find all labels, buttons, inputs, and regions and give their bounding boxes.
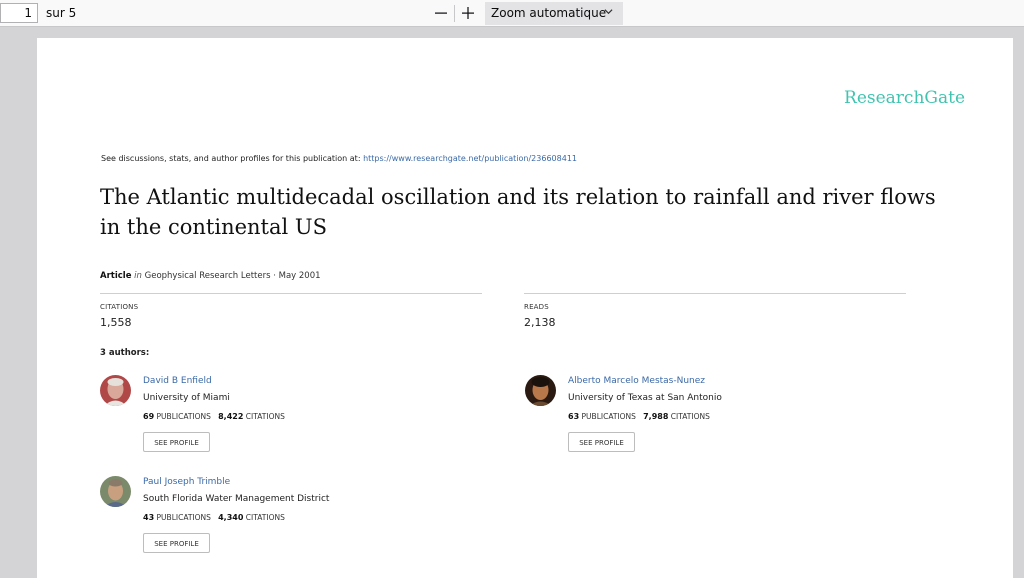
zoom-out-button[interactable] bbox=[429, 2, 453, 24]
see-profile-button[interactable]: SEE PROFILE bbox=[143, 533, 210, 553]
citations-value: 1,558 bbox=[100, 316, 132, 329]
researchgate-logo: ResearchGate bbox=[844, 88, 965, 108]
publication-meta: Article in Geophysical Research Letters … bbox=[100, 271, 321, 281]
zoom-select[interactable]: Zoom automatique bbox=[485, 2, 623, 25]
authors-heading: 3 authors: bbox=[100, 348, 150, 358]
author-institution: University of Miami bbox=[143, 393, 230, 403]
citations-label: CITATIONS bbox=[245, 513, 285, 522]
publications-label: PUBLICATIONS bbox=[156, 513, 211, 522]
reads-label: READS bbox=[524, 303, 549, 311]
toolbar-separator bbox=[454, 5, 455, 22]
author-card: Alberto Marcelo Mestas-Nunez University … bbox=[525, 375, 905, 475]
author-stats: 43 PUBLICATIONS 4,340 CITATIONS bbox=[143, 513, 285, 522]
plus-icon bbox=[462, 7, 474, 19]
avatar bbox=[100, 375, 131, 406]
author-stats: 63 PUBLICATIONS 7,988 CITATIONS bbox=[568, 412, 710, 421]
publications-label: PUBLICATIONS bbox=[156, 412, 211, 421]
divider bbox=[524, 293, 906, 294]
author-card: Paul Joseph Trimble South Florida Water … bbox=[100, 476, 480, 576]
page-count-label: sur 5 bbox=[46, 6, 77, 20]
author-card: David B Enfield University of Miami 69 P… bbox=[100, 375, 480, 475]
discussion-notice-text: See discussions, stats, and author profi… bbox=[101, 154, 364, 163]
avatar bbox=[525, 375, 556, 406]
reads-value: 2,138 bbox=[524, 316, 556, 329]
citations-label: CITATIONS bbox=[100, 303, 139, 311]
in-word: in bbox=[134, 271, 142, 281]
see-profile-button[interactable]: SEE PROFILE bbox=[568, 432, 635, 452]
citations-count: 4,340 bbox=[218, 513, 244, 522]
page-number-input[interactable]: 1 bbox=[0, 3, 38, 23]
divider bbox=[100, 293, 482, 294]
publications-count: 69 bbox=[143, 412, 155, 421]
publications-label: PUBLICATIONS bbox=[581, 412, 636, 421]
chevron-down-icon bbox=[604, 6, 613, 19]
citations-count: 7,988 bbox=[643, 412, 669, 421]
author-name-link[interactable]: Alberto Marcelo Mestas-Nunez bbox=[568, 376, 705, 386]
citations-label: CITATIONS bbox=[670, 412, 710, 421]
publication-title: The Atlantic multidecadal oscillation an… bbox=[100, 185, 936, 239]
publications-count: 63 bbox=[568, 412, 580, 421]
publication-link[interactable]: https://www.researchgate.net/publication… bbox=[363, 154, 577, 163]
author-stats: 69 PUBLICATIONS 8,422 CITATIONS bbox=[143, 412, 285, 421]
avatar bbox=[100, 476, 131, 507]
pdf-toolbar: 1 sur 5 Zoom automatique bbox=[0, 0, 1024, 27]
journal-date: Geophysical Research Letters · May 2001 bbox=[144, 271, 321, 281]
article-type: Article bbox=[100, 271, 132, 281]
author-institution: South Florida Water Management District bbox=[143, 494, 330, 504]
author-name-link[interactable]: David B Enfield bbox=[143, 376, 212, 386]
citations-count: 8,422 bbox=[218, 412, 244, 421]
author-institution: University of Texas at San Antonio bbox=[568, 393, 722, 403]
citations-label: CITATIONS bbox=[245, 412, 285, 421]
see-profile-button[interactable]: SEE PROFILE bbox=[143, 432, 210, 452]
discussion-notice: See discussions, stats, and author profi… bbox=[101, 154, 577, 163]
author-name-link[interactable]: Paul Joseph Trimble bbox=[143, 477, 230, 487]
publications-count: 43 bbox=[143, 513, 155, 522]
pdf-page: ResearchGate See discussions, stats, and… bbox=[37, 38, 1013, 578]
zoom-select-value: Zoom automatique bbox=[491, 6, 607, 20]
zoom-in-button[interactable] bbox=[456, 2, 480, 24]
minus-icon bbox=[435, 12, 447, 14]
